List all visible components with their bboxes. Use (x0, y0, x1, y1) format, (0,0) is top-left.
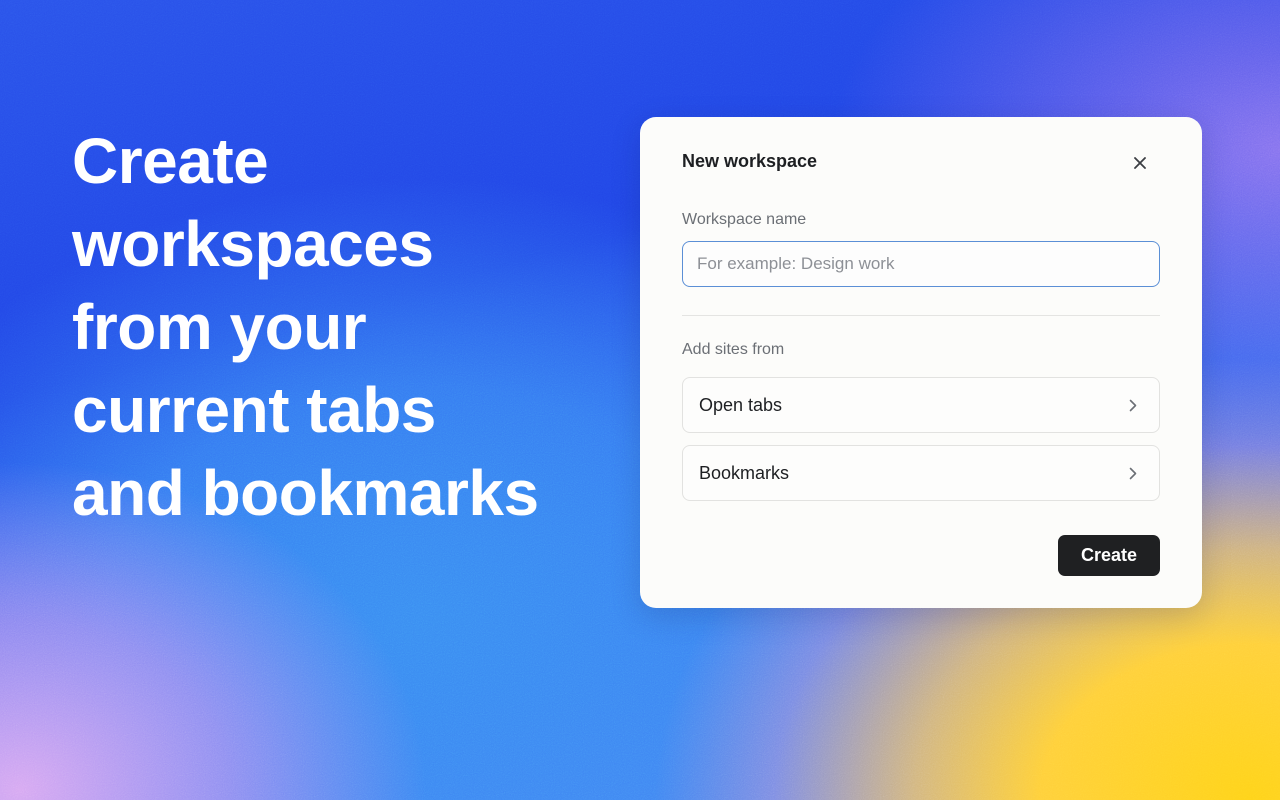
create-button[interactable]: Create (1058, 535, 1160, 576)
close-button[interactable] (1126, 149, 1154, 177)
hero-headline: Create workspaces from your current tabs… (72, 120, 592, 535)
add-sites-label: Add sites from (682, 341, 785, 358)
hero-headline-line: workspaces (72, 208, 434, 280)
bookmarks-option[interactable]: Bookmarks (682, 445, 1160, 501)
open-tabs-label: Open tabs (699, 394, 783, 415)
hero-headline-line: and bookmarks (72, 457, 539, 529)
hero-headline-line: from your (72, 291, 367, 363)
close-icon (1134, 157, 1146, 169)
workspace-name-input[interactable] (682, 241, 1160, 287)
bookmarks-label: Bookmarks (699, 462, 790, 483)
divider (682, 315, 1160, 316)
workspace-name-label: Workspace name (682, 211, 807, 228)
hero-headline-line: current tabs (72, 374, 436, 446)
new-workspace-dialog: New workspace Workspace name Add sites f… (640, 117, 1202, 608)
dialog-title: New workspace (682, 151, 818, 171)
open-tabs-option[interactable]: Open tabs (682, 377, 1160, 433)
chevron-right-icon (1129, 399, 1137, 412)
hero-headline-line: Create (72, 125, 269, 197)
chevron-right-icon (1129, 467, 1137, 480)
